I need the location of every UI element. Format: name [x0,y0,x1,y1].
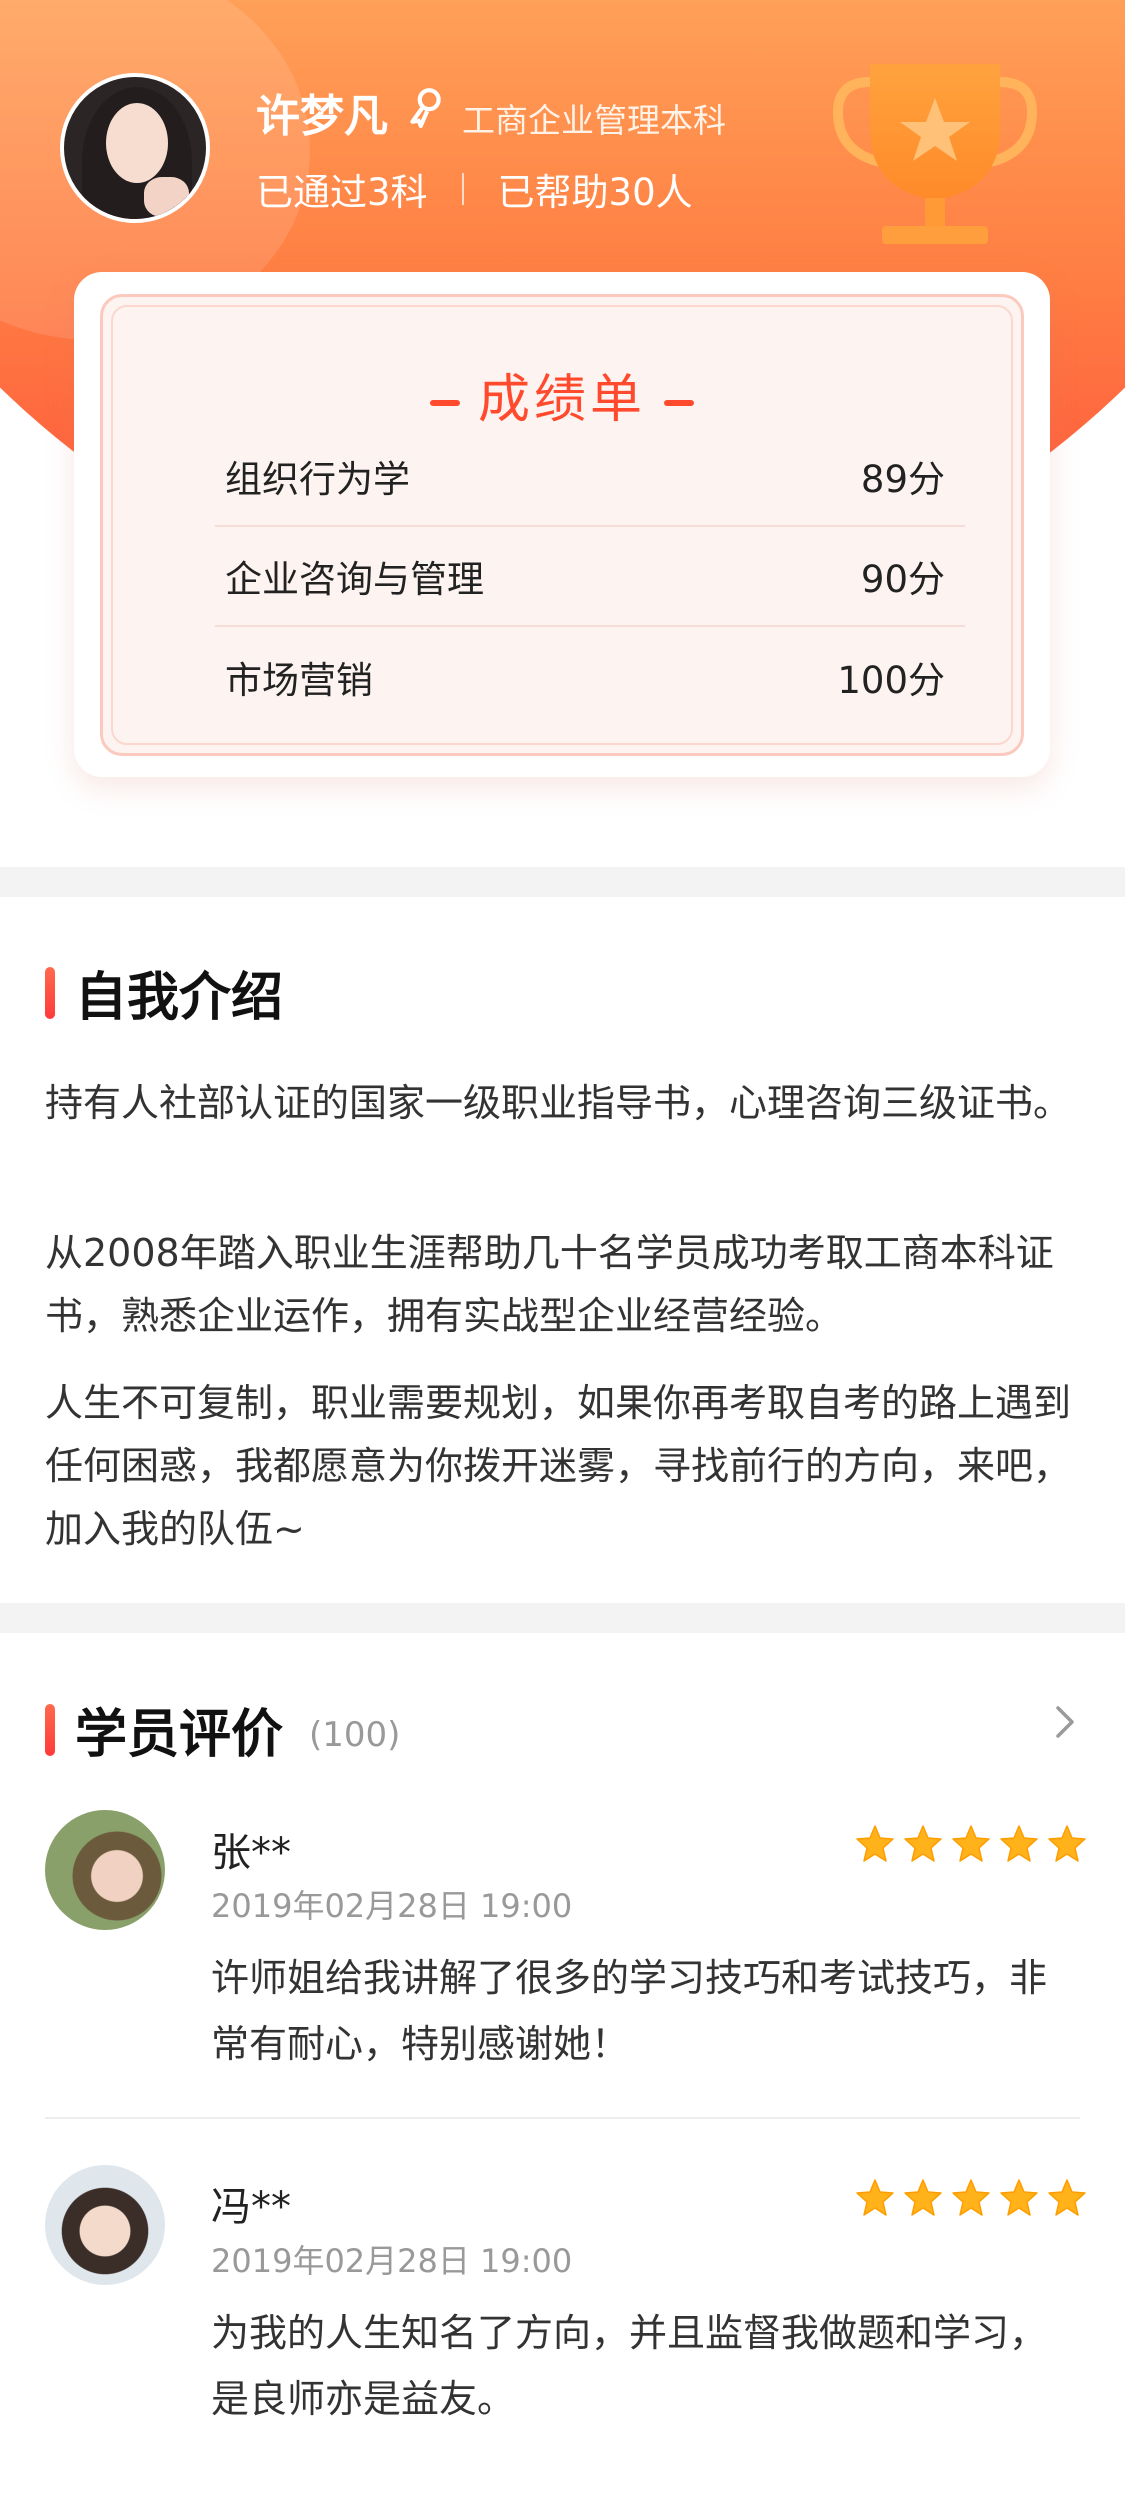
review-time: 2019年02月28日 19:00 [211,2242,573,2280]
tutor-stats: 已通过3科 已帮助30人 [256,162,693,216]
helped-count: 已帮助30人 [497,171,693,214]
intro-paragraph: 持有人社部认证的国家一级职业指导书，心理咨询三级证书。 [45,1081,1072,1125]
star-icon [952,1825,990,1862]
score-row: 市场营销 100分 [215,627,965,727]
intro-paragraph: 人生不可复制，职业需要规划，如果你再考取自考的路上遇到任何困惑，我都愿意为你拨开… [45,1381,1072,1551]
star-icon [904,2179,942,2216]
reviews-section-title[interactable]: 学员评价 (100) [45,1692,400,1767]
rating-stars [855,2178,1087,2218]
subject-name: 市场营销 [225,659,373,702]
intro-title-text: 自我介绍 [75,968,284,1028]
reviews-count: (100) [309,1714,401,1755]
trophy-icon [832,64,1038,244]
subject-name: 组织行为学 [225,458,410,501]
star-icon [952,2179,990,2216]
star-icon [1048,2179,1086,2216]
score-row: 组织行为学 89分 [215,427,965,527]
title-accent-bar [45,966,55,1019]
reviewer-avatar[interactable] [45,1810,165,1930]
star-icon [856,2179,894,2216]
section-divider [0,867,1125,897]
reviewer-avatar[interactable] [45,2165,165,2285]
intro-paragraph: 从2008年踏入职业生涯帮助几十名学员成功考取工商本科证书，熟悉企业运作，拥有实… [45,1231,1054,1338]
subject-score: 89分 [860,458,945,501]
reviewer-name: 张** [211,1830,291,1876]
star-icon [904,1825,942,1862]
tutor-name: 许梦凡 [256,91,388,142]
subject-score: 100分 [837,659,945,702]
title-accent-bar [45,1703,55,1756]
review-time: 2019年02月28日 19:00 [211,1887,573,1925]
subject-score: 90分 [860,558,945,601]
tutor-avatar[interactable] [60,73,210,223]
intro-section-title: 自我介绍 [45,955,283,1030]
stats-separator [461,173,464,205]
star-icon [856,1825,894,1862]
score-row: 企业咨询与管理 90分 [215,527,965,627]
passed-count: 已通过3科 [256,171,428,214]
score-card-title: 成绩单 [103,357,1021,432]
section-divider [0,1603,1125,1633]
review-text: 许师姐给我讲解了很多的学习技巧和考试技巧，非常有耐心，特别感谢她！ [211,1956,1048,2066]
score-card-title-text: 成绩单 [477,370,646,430]
star-icon [1000,2179,1038,2216]
rating-stars [855,1824,1087,1864]
score-card: 成绩单 组织行为学 89分 企业咨询与管理 90分 市场营销 100分 [74,272,1050,777]
star-icon [1000,1825,1038,1862]
score-card-frame: 成绩单 组织行为学 89分 企业咨询与管理 90分 市场营销 100分 [100,294,1024,756]
reviews-title-text: 学员评价 [75,1705,284,1765]
star-icon [1048,1825,1086,1862]
reviewer-name: 冯** [211,2184,291,2230]
review-text: 为我的人生知名了方向，并且监督我做题和学习，是良师亦是益友。 [211,2311,1048,2421]
subject-name: 企业咨询与管理 [225,558,484,601]
tutor-major: 工商企业管理本科 [462,101,726,140]
ribbon-badge-icon [410,88,441,128]
review-separator [45,2117,1080,2119]
chevron-right-icon[interactable] [1050,1702,1080,1742]
